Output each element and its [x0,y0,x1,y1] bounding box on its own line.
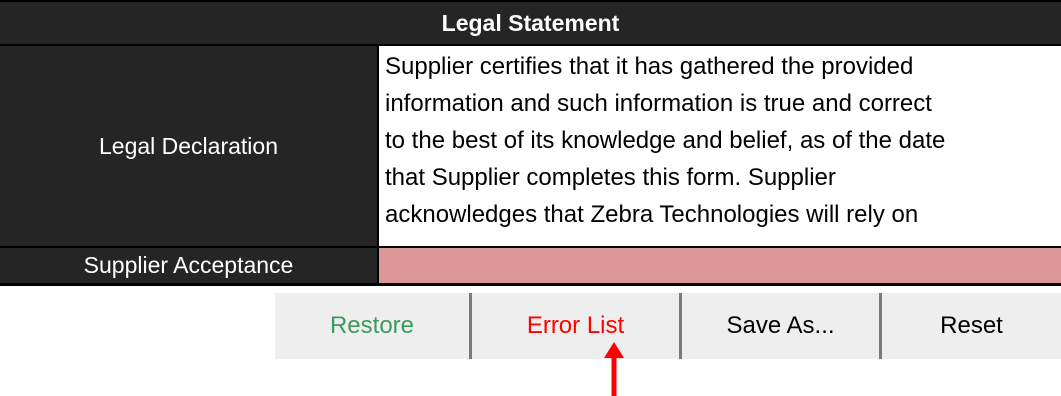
restore-button[interactable]: Restore [275,293,472,359]
legal-declaration-label: Legal Declaration [0,46,379,248]
declaration-line: acknowledges that Zebra Technologies wil… [385,201,919,228]
action-button-bar: Restore Error List Save As... Reset [275,293,1061,359]
supplier-acceptance-label: Supplier Acceptance [0,248,379,286]
supplier-acceptance-field[interactable] [379,248,1061,286]
legal-statement-header: Legal Statement [0,0,1061,46]
save-as-button[interactable]: Save As... [682,293,882,359]
declaration-line: Supplier certifies that it has gathered … [385,53,914,80]
legal-declaration-text[interactable]: Supplier certifies that it has gathered … [379,46,1061,248]
reset-button[interactable]: Reset [882,293,1061,359]
red-up-arrow-icon [604,342,624,396]
declaration-line: information and such information is true… [385,90,932,117]
error-list-button[interactable]: Error List [472,293,682,359]
declaration-line: to the best of its knowledge and belief,… [385,127,946,154]
declaration-line: that Supplier completes this form. Suppl… [385,164,836,191]
